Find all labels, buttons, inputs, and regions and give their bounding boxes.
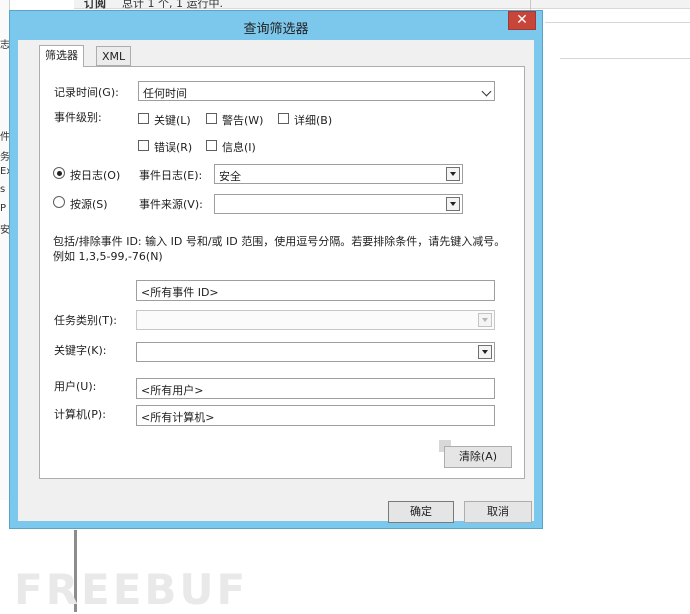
event-log-dropdown[interactable]: 安全	[214, 164, 463, 184]
keywords-label: 关键字(K):	[54, 344, 107, 357]
background-left-text: Ex	[0, 166, 9, 177]
background-divider	[560, 58, 690, 59]
verbose-checkbox[interactable]	[278, 113, 289, 124]
by-log-radio[interactable]	[53, 167, 65, 179]
error-label: 错误(R)	[154, 141, 193, 154]
chevron-down-icon	[482, 318, 488, 322]
chevron-down-icon	[450, 202, 456, 206]
critical-checkbox[interactable]	[138, 113, 149, 124]
tab-filter[interactable]: 筛选器	[39, 45, 84, 67]
by-source-radio[interactable]	[53, 196, 65, 208]
chevron-down-icon	[481, 86, 492, 97]
error-checkbox[interactable]	[138, 140, 149, 151]
user-value: <所有用户>	[141, 384, 204, 397]
task-category-label: 任务类别(T):	[54, 314, 118, 327]
dialog-client-area: 筛选器 XML 记录时间(G): 任何时间 事件级别: 关键(L) 警告(W) …	[18, 40, 534, 523]
clear-button[interactable]: 清除(A)	[444, 446, 512, 468]
background-left-text: 志	[0, 40, 9, 51]
close-button[interactable]: ✕	[508, 11, 536, 30]
by-log-label: 按日志(O)	[70, 169, 121, 182]
dialog-titlebar[interactable]: 查询筛选器 ✕	[10, 11, 542, 40]
logged-dropdown[interactable]: 任何时间	[138, 81, 495, 101]
task-category-dropdown[interactable]	[136, 310, 495, 330]
logged-label: 记录时间(G):	[54, 86, 119, 99]
chevron-down-icon	[450, 172, 456, 176]
computer-value: <所有计算机>	[141, 411, 215, 424]
event-source-dropdown[interactable]	[214, 194, 463, 214]
dialog-title: 查询筛选器	[243, 22, 309, 37]
event-id-description: 包括/排除事件 ID: 输入 ID 号和/或 ID 范围，使用逗号分隔。若要排除…	[53, 235, 506, 263]
keywords-dropdown[interactable]	[136, 342, 495, 362]
background-left-text: s	[0, 184, 6, 195]
dropdown-button[interactable]	[446, 167, 460, 181]
event-id-input[interactable]: <所有事件 ID>	[136, 280, 495, 301]
user-label: 用户(U):	[54, 380, 97, 393]
close-icon: ✕	[516, 12, 528, 28]
by-source-label: 按源(S)	[70, 198, 108, 211]
radio-selected-dot	[56, 170, 62, 176]
warning-checkbox[interactable]	[206, 113, 217, 124]
information-label: 信息(I)	[222, 141, 256, 154]
cancel-button[interactable]: 取消	[464, 501, 532, 523]
event-id-value: <所有事件 ID>	[141, 286, 219, 299]
user-input[interactable]: <所有用户>	[136, 378, 495, 399]
warning-label: 警告(W)	[222, 114, 264, 127]
computer-label: 计算机(P):	[54, 408, 106, 421]
background-divider	[545, 22, 690, 35]
background-header: 订阅 总计 1 个, 1 运行中.	[74, 0, 690, 10]
tab-xml[interactable]: XML	[96, 46, 132, 66]
logged-value: 任何时间	[143, 87, 187, 100]
background-left-text: 务	[0, 152, 9, 163]
dropdown-button[interactable]	[478, 313, 492, 327]
verbose-label: 详细(B)	[294, 114, 333, 127]
event-level-label: 事件级别:	[54, 111, 102, 124]
event-log-label: 事件日志(E):	[139, 169, 203, 182]
ok-button[interactable]: 确定	[388, 501, 454, 523]
critical-label: 关键(L)	[154, 114, 191, 127]
watermark-logo: FREEBUF	[14, 565, 249, 614]
information-checkbox[interactable]	[206, 140, 217, 151]
chevron-down-icon	[482, 350, 488, 354]
background-left-text: P	[0, 203, 7, 214]
filter-tab-panel: 记录时间(G): 任何时间 事件级别: 关键(L) 警告(W) 详细(B) 错误…	[39, 66, 525, 479]
computer-input[interactable]: <所有计算机>	[136, 405, 495, 426]
event-log-value: 安全	[219, 170, 241, 183]
query-filter-dialog: 查询筛选器 ✕ 筛选器 XML 记录时间(G): 任何时间 事件级别: 关键(L…	[9, 10, 543, 529]
background-left-text: 安	[0, 225, 9, 236]
background-left-text: 件	[0, 132, 9, 143]
event-source-label: 事件来源(V):	[139, 198, 203, 211]
dropdown-button[interactable]	[478, 345, 492, 359]
dropdown-button[interactable]	[446, 197, 460, 211]
